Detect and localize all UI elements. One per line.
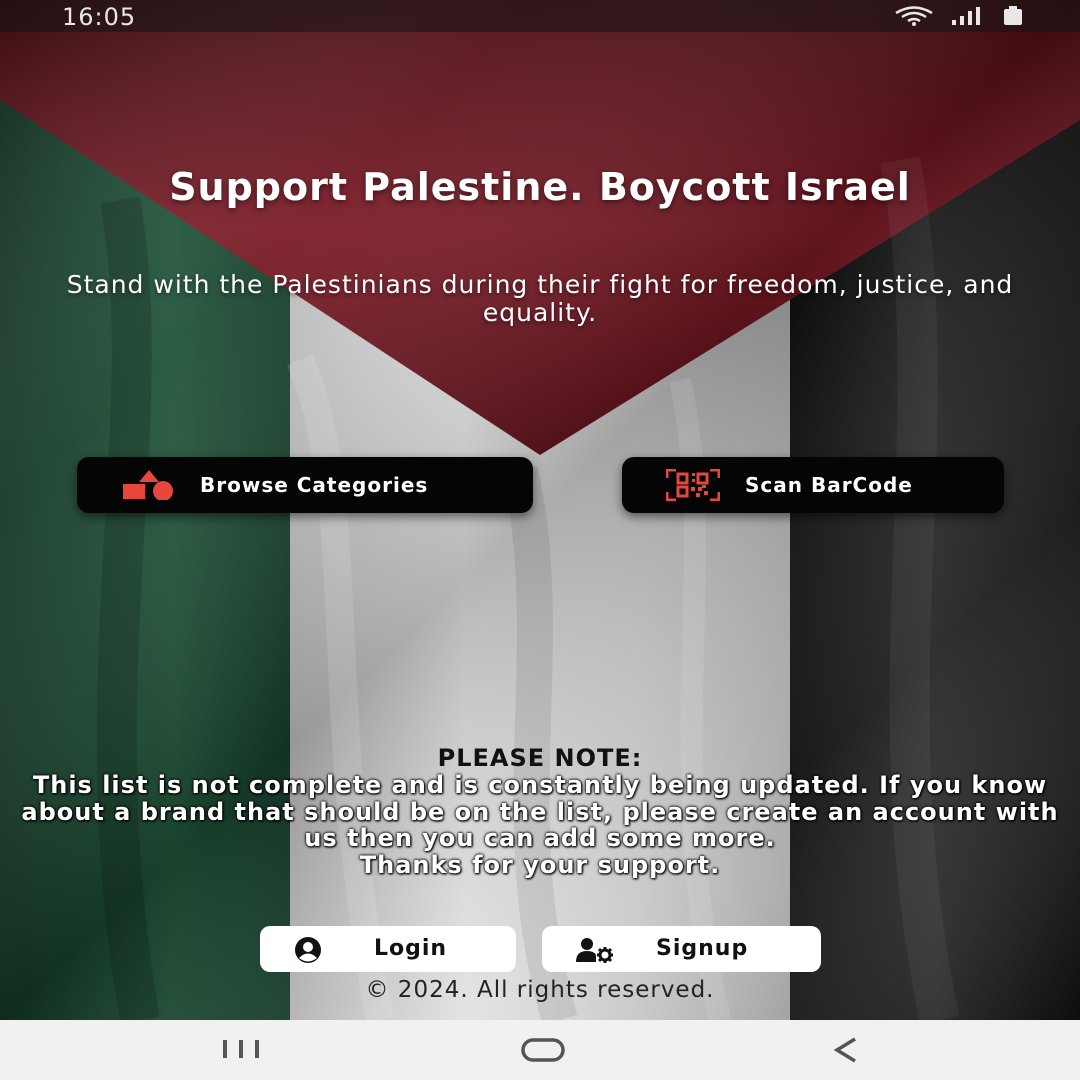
status-bar: 16:05: [0, 0, 1080, 32]
notice-body: This list is not complete and is constan…: [21, 771, 1059, 852]
notice-section: PLEASE NOTE: This list is not complete a…: [20, 744, 1060, 878]
browse-categories-label: Browse Categories: [200, 473, 429, 497]
user-gear-icon: [576, 938, 613, 963]
shapes-icon: [123, 470, 173, 500]
wifi-icon: [895, 6, 933, 26]
user-circle-icon: [295, 937, 321, 963]
signal-icon: [952, 7, 980, 25]
qr-code-icon: [666, 469, 720, 501]
battery-icon: [1004, 6, 1022, 25]
back-icon[interactable]: [821, 1036, 871, 1064]
notice-title: PLEASE NOTE:: [437, 744, 643, 772]
browse-categories-button[interactable]: Browse Categories: [77, 457, 533, 513]
navigation-bar: [0, 1020, 1080, 1080]
scan-barcode-label: Scan BarCode: [745, 473, 913, 497]
login-button[interactable]: Login: [260, 926, 516, 972]
signup-button[interactable]: Signup: [542, 926, 821, 972]
status-time: 16:05: [62, 3, 137, 31]
scan-barcode-button[interactable]: Scan BarCode: [622, 457, 1004, 513]
home-icon[interactable]: [518, 1036, 568, 1064]
recent-apps-icon[interactable]: [217, 1036, 267, 1064]
page-title: Support Palestine. Boycott Israel: [169, 165, 911, 209]
page-subtitle: Stand with the Palestinians during their…: [66, 270, 1014, 327]
signup-label: Signup: [656, 936, 749, 961]
copyright-text: © 2024. All rights reserved.: [365, 977, 715, 1003]
login-label: Login: [374, 936, 448, 961]
notice-thanks: Thanks for your support.: [359, 850, 721, 879]
